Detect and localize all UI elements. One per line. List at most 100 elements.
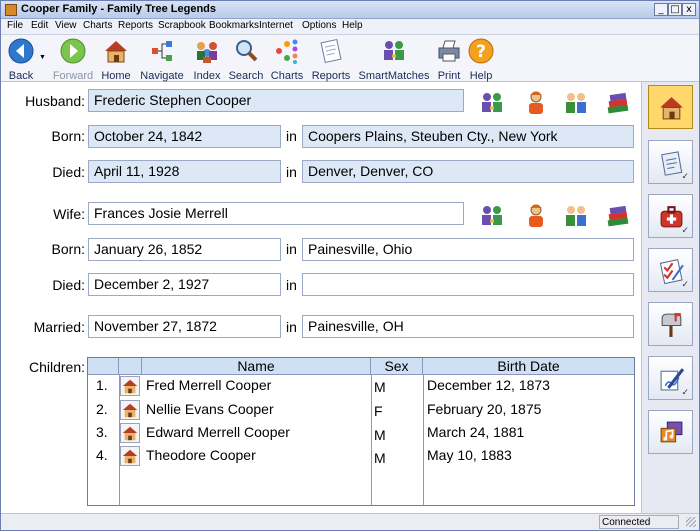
title-bar: Cooper Family - Family Tree Legends _ □ … (1, 1, 699, 19)
marriage-place-field[interactable]: Painesville, OH (302, 315, 634, 338)
sources-books-icon[interactable] (605, 203, 631, 229)
multimedia-icon (660, 421, 683, 443)
husband-died-place-field[interactable]: Denver, Denver, CO (302, 160, 634, 183)
mailbox-icon (661, 313, 682, 337)
reports-icon (320, 38, 342, 64)
wife-name-field[interactable]: Frances Josie Merrell (88, 202, 464, 225)
spouses-icon[interactable] (563, 90, 589, 116)
husband-label: Husband: (25, 93, 85, 109)
child-birth-date: December 12, 1873 (427, 377, 550, 393)
checkmark-icon: ✓ (681, 387, 689, 397)
col-header-sex[interactable]: Sex (371, 358, 423, 375)
parents-icon[interactable] (523, 90, 549, 116)
husband-born-date-field[interactable]: October 24, 1842 (88, 125, 281, 148)
child-name: Fred Merrell Cooper (146, 377, 272, 393)
back-button[interactable]: Back (5, 38, 37, 82)
charts-button[interactable]: Charts (269, 38, 305, 82)
parents-icon[interactable] (523, 203, 549, 229)
connection-status: Connected (599, 515, 679, 529)
col-header-name[interactable]: Name (142, 358, 371, 375)
todo-view-button[interactable]: ✓ (648, 248, 693, 292)
view-switcher-pane: ✓ ✓ ✓ ✓ (641, 82, 699, 513)
checkmark-icon: ✓ (681, 225, 689, 235)
husband-died-date-field[interactable]: April 11, 1928 (88, 160, 281, 183)
toolbar: Back ▼ Forward Home Navigate Index Searc… (1, 35, 699, 82)
in-label: in (286, 128, 297, 144)
checkmark-icon: ✓ (681, 171, 689, 181)
close-button[interactable]: x (682, 3, 696, 16)
husband-name-field[interactable]: Frederic Stephen Cooper (88, 89, 464, 112)
sources-books-icon[interactable] (605, 90, 631, 116)
maximize-button[interactable]: □ (668, 3, 682, 16)
child-name: Edward Merrell Cooper (146, 424, 290, 440)
family-view-button[interactable] (648, 85, 693, 129)
spouses-icon[interactable] (563, 203, 589, 229)
menu-view[interactable]: View (55, 20, 77, 31)
marriage-date-field[interactable]: November 27, 1872 (88, 315, 281, 338)
col-header-num (88, 358, 119, 375)
app-icon (5, 4, 17, 16)
forward-button[interactable]: Forward (51, 38, 95, 82)
row-number: 3. (96, 424, 108, 440)
home-button[interactable]: Home (99, 38, 133, 82)
app-window: Cooper Family - Family Tree Legends _ □ … (0, 0, 700, 531)
family-house-icon[interactable] (120, 446, 140, 466)
index-button[interactable]: Index (191, 38, 223, 82)
in-label: in (286, 241, 297, 257)
smartmatch-people-icon[interactable] (479, 203, 505, 229)
wife-born-date-field[interactable]: January 26, 1852 (88, 238, 281, 261)
husband-died-label: Died: (52, 164, 85, 180)
checkmark-icon: ✓ (681, 279, 689, 289)
wife-born-place-field[interactable]: Painesville, Ohio (302, 238, 634, 261)
print-button[interactable]: Print (435, 38, 463, 82)
husband-born-label: Born: (51, 128, 85, 144)
menu-help[interactable]: Help (342, 20, 363, 31)
child-sex: F (374, 403, 383, 419)
family-house-icon[interactable] (120, 423, 140, 443)
menu-edit[interactable]: Edit (31, 20, 48, 31)
resize-grip-icon[interactable] (686, 517, 696, 527)
menu-file[interactable]: File (7, 20, 23, 31)
child-birth-date: March 24, 1881 (427, 424, 525, 440)
smartmatch-people-icon[interactable] (479, 90, 505, 116)
reports-button[interactable]: Reports (310, 38, 352, 82)
children-label: Children: (28, 359, 85, 375)
smartmatches-button[interactable]: SmartMatches (357, 38, 431, 82)
printer-icon (438, 40, 460, 62)
child-sex: M (374, 427, 386, 443)
facts-view-button[interactable]: ✓ (648, 140, 693, 184)
help-button[interactable]: ? Help (467, 38, 495, 82)
charts-icon (276, 39, 298, 64)
menu-options[interactable]: Options (302, 20, 336, 31)
family-house-icon[interactable] (120, 400, 140, 420)
menu-internet[interactable]: Internet (259, 20, 293, 31)
notes-view-button[interactable]: ✓ (648, 356, 693, 400)
married-label: Married: (33, 319, 85, 335)
in-label: in (286, 277, 297, 293)
window-title: Cooper Family - Family Tree Legends (21, 3, 216, 15)
family-house-icon[interactable] (120, 376, 140, 396)
wife-died-place-field[interactable] (302, 273, 634, 296)
mailbox-view-button[interactable] (648, 302, 693, 346)
navigate-button[interactable]: Navigate (137, 38, 187, 82)
status-bar: Connected (1, 513, 699, 530)
search-icon (236, 40, 258, 62)
menu-scrapbook[interactable]: Scrapbook (158, 20, 206, 31)
minimize-button[interactable]: _ (654, 3, 668, 16)
menu-reports[interactable]: Reports (118, 20, 153, 31)
medical-view-button[interactable]: ✓ (648, 194, 693, 238)
row-number: 4. (96, 447, 108, 463)
child-birth-date: May 10, 1883 (427, 447, 512, 463)
back-dropdown-icon[interactable]: ▼ (39, 54, 46, 61)
multimedia-view-button[interactable] (648, 410, 693, 454)
search-button[interactable]: Search (227, 38, 265, 82)
col-header-birth-date[interactable]: Birth Date (423, 358, 634, 375)
children-table: Name Sex Birth Date 1. Fred Merrell Coop… (87, 357, 635, 506)
wife-died-date-field[interactable]: December 2, 1927 (88, 273, 281, 296)
in-label: in (286, 164, 297, 180)
wife-born-label: Born: (51, 241, 85, 257)
husband-born-place-field[interactable]: Coopers Plains, Steuben Cty., New York (302, 125, 634, 148)
menu-bookmarks[interactable]: Bookmarks (209, 20, 259, 31)
menu-charts[interactable]: Charts (83, 20, 112, 31)
in-label: in (286, 319, 297, 335)
